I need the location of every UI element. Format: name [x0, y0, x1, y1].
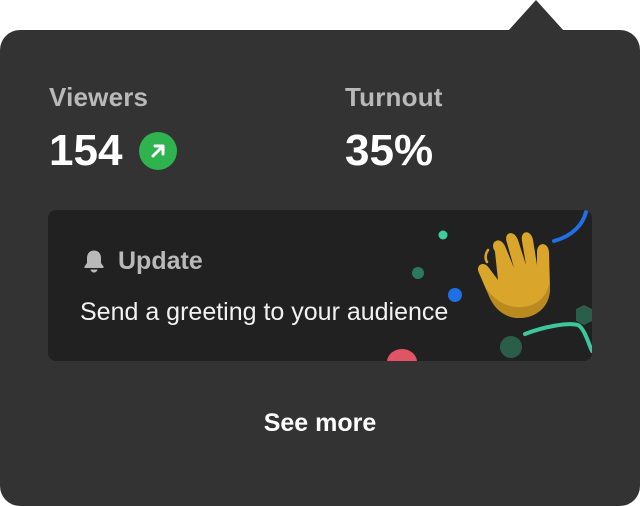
see-more-button[interactable]: See more — [0, 408, 640, 438]
popover-caret — [508, 0, 564, 31]
turnout-stat: Turnout 35% — [345, 82, 443, 176]
turnout-value: 35% — [345, 126, 434, 175]
update-message: Send a greeting to your audience — [80, 298, 449, 326]
waving-hand-icon — [478, 232, 550, 318]
bell-icon — [84, 250, 104, 273]
update-card[interactable]: Update Send a greeting to your audience — [48, 210, 592, 361]
stats-popover: Viewers 154 Turnout 35% Update Send a gr… — [0, 30, 640, 506]
viewers-stat: Viewers 154 — [49, 82, 178, 176]
turnout-label: Turnout — [345, 82, 443, 112]
update-title: Update — [118, 247, 203, 275]
viewers-value: 154 — [49, 126, 123, 175]
viewers-label: Viewers — [49, 82, 149, 112]
arrow-up-right-icon — [139, 132, 178, 170]
